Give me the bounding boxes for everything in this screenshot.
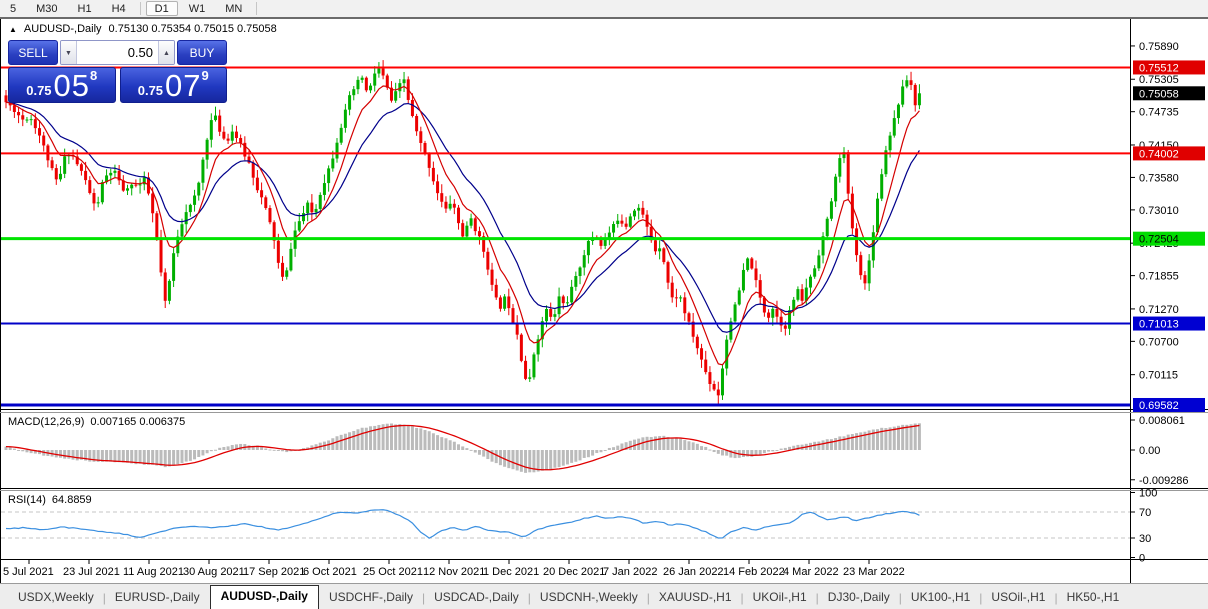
date-label: 5 Jul 2021 xyxy=(3,566,54,578)
sell-price-pipette: 8 xyxy=(90,68,97,83)
price-tick-label: 0.71270 xyxy=(1139,304,1179,316)
price-level-badge: 0.75512 xyxy=(1139,62,1179,74)
price-level-badge: 0.75058 xyxy=(1139,88,1179,100)
chart-symbol-label: AUDUSD-,Daily xyxy=(24,23,102,35)
rsi-indicator-label: RSI(14) 64.8859 xyxy=(8,494,92,506)
buy-price-display[interactable]: 0.75 07 9 xyxy=(120,67,228,103)
date-label: 30 Aug 2021 xyxy=(183,566,245,578)
date-label: 20 Dec 2021 xyxy=(543,566,605,578)
tab-usdcad-daily[interactable]: USDCAD-,Daily xyxy=(426,587,527,609)
rsi-scale-label: 30 xyxy=(1139,533,1151,545)
date-label: 26 Jan 2022 xyxy=(663,566,724,578)
date-label: 11 Aug 2021 xyxy=(123,566,184,578)
buy-price-digits: 07 xyxy=(165,72,201,99)
sell-button[interactable]: SELL xyxy=(8,40,58,65)
price-tick-label: 0.71855 xyxy=(1139,271,1179,283)
price-tick-label: 0.70700 xyxy=(1139,336,1179,348)
macd-name: MACD(12,26,9) xyxy=(8,416,84,428)
tab-dj30-daily[interactable]: DJ30-,Daily xyxy=(820,587,898,609)
timeframe-button-h1[interactable]: H1 xyxy=(69,1,101,16)
price-tick-label: 0.73010 xyxy=(1139,205,1179,217)
timeframe-toolbar: 5M30H1H4 D1W1MN xyxy=(0,0,1208,17)
symbol-tab-bar: USDX,Weekly|EURUSD-,DailyAUDUSD-,DailyUS… xyxy=(0,583,1208,609)
timeframe-button-w1[interactable]: W1 xyxy=(180,1,215,16)
one-click-trading-panel: SELL ▼ 0.50 ▲ BUY 0.75 05 8 0.75 07 9 xyxy=(8,40,227,103)
rsi-scale-label: 70 xyxy=(1139,507,1151,519)
buy-price-prefix: 0.75 xyxy=(138,82,163,99)
date-label: 25 Oct 2021 xyxy=(363,566,423,578)
sell-price-digits: 05 xyxy=(54,72,90,99)
timeframe-button-m30[interactable]: M30 xyxy=(27,1,66,16)
date-label: 23 Mar 2022 xyxy=(843,566,905,578)
date-label: 4 Mar 2022 xyxy=(783,566,839,578)
volume-decrease-button[interactable]: ▼ xyxy=(61,41,77,64)
rsi-name: RSI(14) xyxy=(8,494,46,506)
toolbar-divider xyxy=(256,2,257,15)
date-label: 7 Jan 2022 xyxy=(603,566,657,578)
tab-usdx-weekly[interactable]: USDX,Weekly xyxy=(10,587,102,609)
sell-price-prefix: 0.75 xyxy=(26,82,51,99)
price-level-badge: 0.72504 xyxy=(1139,234,1179,246)
tab-usdcnh-weekly[interactable]: USDCNH-,Weekly xyxy=(532,587,646,609)
date-label: 14 Feb 2022 xyxy=(723,566,785,578)
price-tick-label: 0.75890 xyxy=(1139,41,1179,53)
rsi-scale-label: 100 xyxy=(1139,488,1157,500)
price-level-badge: 0.74002 xyxy=(1139,148,1179,160)
chart-title: ▲ AUDUSD-,Daily 0.75130 0.75354 0.75015 … xyxy=(9,23,277,35)
date-label: 23 Jul 2021 xyxy=(63,566,120,578)
price-tick-label: 0.75305 xyxy=(1139,74,1179,86)
price-tick-label: 0.74735 xyxy=(1139,107,1179,119)
price-tick-label: 0.73580 xyxy=(1139,172,1179,184)
timeframe-button-5[interactable]: 5 xyxy=(1,1,25,16)
timeframe-button-d1[interactable]: D1 xyxy=(146,1,178,16)
price-tick-label: 0.70115 xyxy=(1139,370,1178,382)
collapse-triangle-icon[interactable]: ▲ xyxy=(9,24,17,35)
toolbar-divider xyxy=(140,2,141,15)
tab-usoil-h1[interactable]: USOil-,H1 xyxy=(983,587,1053,609)
volume-input[interactable]: 0.50 xyxy=(77,41,158,64)
chevron-up-icon: ▲ xyxy=(163,50,170,57)
rsi-value: 64.8859 xyxy=(52,494,92,506)
macd-scale-label: 0.008061 xyxy=(1139,415,1185,427)
macd-indicator-label: MACD(12,26,9) 0.007165 0.006375 xyxy=(8,416,185,428)
macd-scale-label: 0.00 xyxy=(1139,445,1160,457)
tab-audusd-daily[interactable]: AUDUSD-,Daily xyxy=(210,585,319,609)
buy-price-pipette: 9 xyxy=(202,68,209,83)
macd-values: 0.007165 0.006375 xyxy=(90,416,185,428)
tab-hk50-h1[interactable]: HK50-,H1 xyxy=(1059,587,1128,609)
price-level-badge: 0.69582 xyxy=(1139,400,1179,412)
tab-uk100-h1[interactable]: UK100-,H1 xyxy=(903,587,978,609)
volume-spinner: ▼ 0.50 ▲ xyxy=(60,40,175,65)
date-label: 17 Sep 2021 xyxy=(243,566,305,578)
macd-scale-label: -0.009286 xyxy=(1139,475,1189,487)
toolbar-separator xyxy=(0,17,1208,19)
tab-eurusd-daily[interactable]: EURUSD-,Daily xyxy=(107,587,208,609)
date-label: 6 Oct 2021 xyxy=(303,566,357,578)
date-label: 1 Dec 2021 xyxy=(483,566,539,578)
sell-price-display[interactable]: 0.75 05 8 xyxy=(8,67,116,103)
tab-ukoil-h1[interactable]: UKOil-,H1 xyxy=(745,587,815,609)
chevron-up-button[interactable]: ▲ xyxy=(158,41,174,64)
trading-terminal-window: 5M30H1H4D1W1MN 0.758900.753050.747350.74… xyxy=(0,0,1208,609)
timeframe-button-mn[interactable]: MN xyxy=(216,1,251,16)
rsi-scale-label: 0 xyxy=(1139,553,1145,565)
chart-ohlc-values: 0.75130 0.75354 0.75015 0.75058 xyxy=(109,23,277,35)
chevron-down-icon: ▼ xyxy=(65,50,72,57)
timeframe-button-h4[interactable]: H4 xyxy=(103,1,135,16)
tab-usdchf-daily[interactable]: USDCHF-,Daily xyxy=(321,587,421,609)
tab-xauusd-h1[interactable]: XAUUSD-,H1 xyxy=(651,587,740,609)
buy-button[interactable]: BUY xyxy=(177,40,227,65)
price-level-badge: 0.71013 xyxy=(1139,319,1179,331)
date-label: 12 Nov 2021 xyxy=(423,566,485,578)
